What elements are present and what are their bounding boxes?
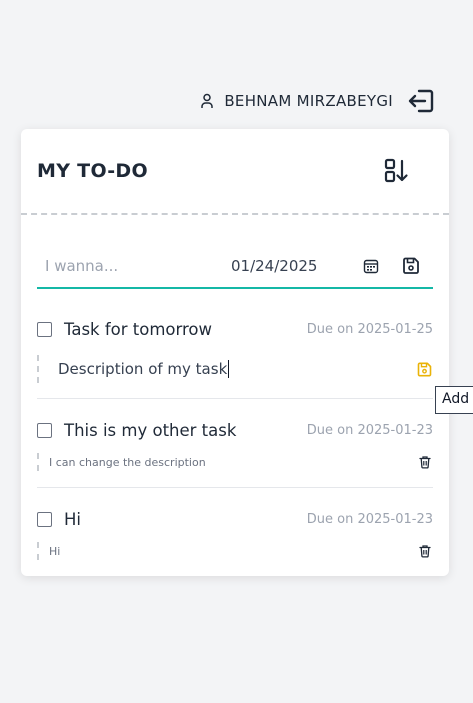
task-description: I can change the description [37, 453, 433, 471]
task-checkbox[interactable] [37, 422, 52, 438]
sort-ascending-icon[interactable] [384, 158, 410, 184]
save-icon[interactable] [401, 256, 421, 276]
logout-icon[interactable] [407, 88, 435, 114]
trash-icon[interactable] [418, 544, 432, 558]
task-description-text[interactable]: I can change the description [49, 456, 206, 469]
tooltip: Add [435, 386, 473, 414]
task-item: This is my other task Due on 2025-01-23 … [37, 417, 433, 471]
task-checkbox[interactable] [37, 321, 52, 337]
trash-icon[interactable] [418, 455, 432, 469]
task-title[interactable]: Hi [64, 510, 307, 529]
task-description-text[interactable]: Hi [49, 545, 60, 558]
new-task-row: 01/24/2025 [37, 245, 433, 289]
task-due-date: Due on 2025-01-23 [306, 511, 433, 527]
divider [37, 398, 433, 399]
task-description: Hi [37, 542, 433, 560]
task-description-editor[interactable]: Description of my task [37, 355, 433, 383]
due-date-input[interactable]: 01/24/2025 [231, 257, 351, 275]
task-item: Hi Due on 2025-01-23 Hi [37, 506, 433, 560]
card-header: MY TO-DO [21, 129, 449, 215]
todo-card: MY TO-DO 01/24/2025 [21, 129, 449, 576]
user-bar: BEHNAM MIRZABEYGI [200, 88, 435, 114]
user-icon [200, 93, 214, 109]
task-due-date: Due on 2025-01-25 [306, 321, 433, 337]
new-task-input[interactable] [37, 257, 217, 275]
task-title[interactable]: This is my other task [64, 421, 307, 440]
task-due-date: Due on 2025-01-23 [306, 422, 433, 438]
task-title[interactable]: Task for tomorrow [64, 320, 307, 339]
task-description-input[interactable]: Description of my task [58, 360, 230, 378]
divider [37, 487, 433, 488]
calendar-icon[interactable] [363, 258, 379, 274]
user-name: BEHNAM MIRZABEYGI [224, 92, 393, 110]
task-item: Task for tomorrow Due on 2025-01-25 Desc… [37, 316, 433, 383]
save-icon[interactable] [416, 361, 433, 378]
task-checkbox[interactable] [37, 511, 52, 527]
card-title: MY TO-DO [37, 160, 148, 182]
